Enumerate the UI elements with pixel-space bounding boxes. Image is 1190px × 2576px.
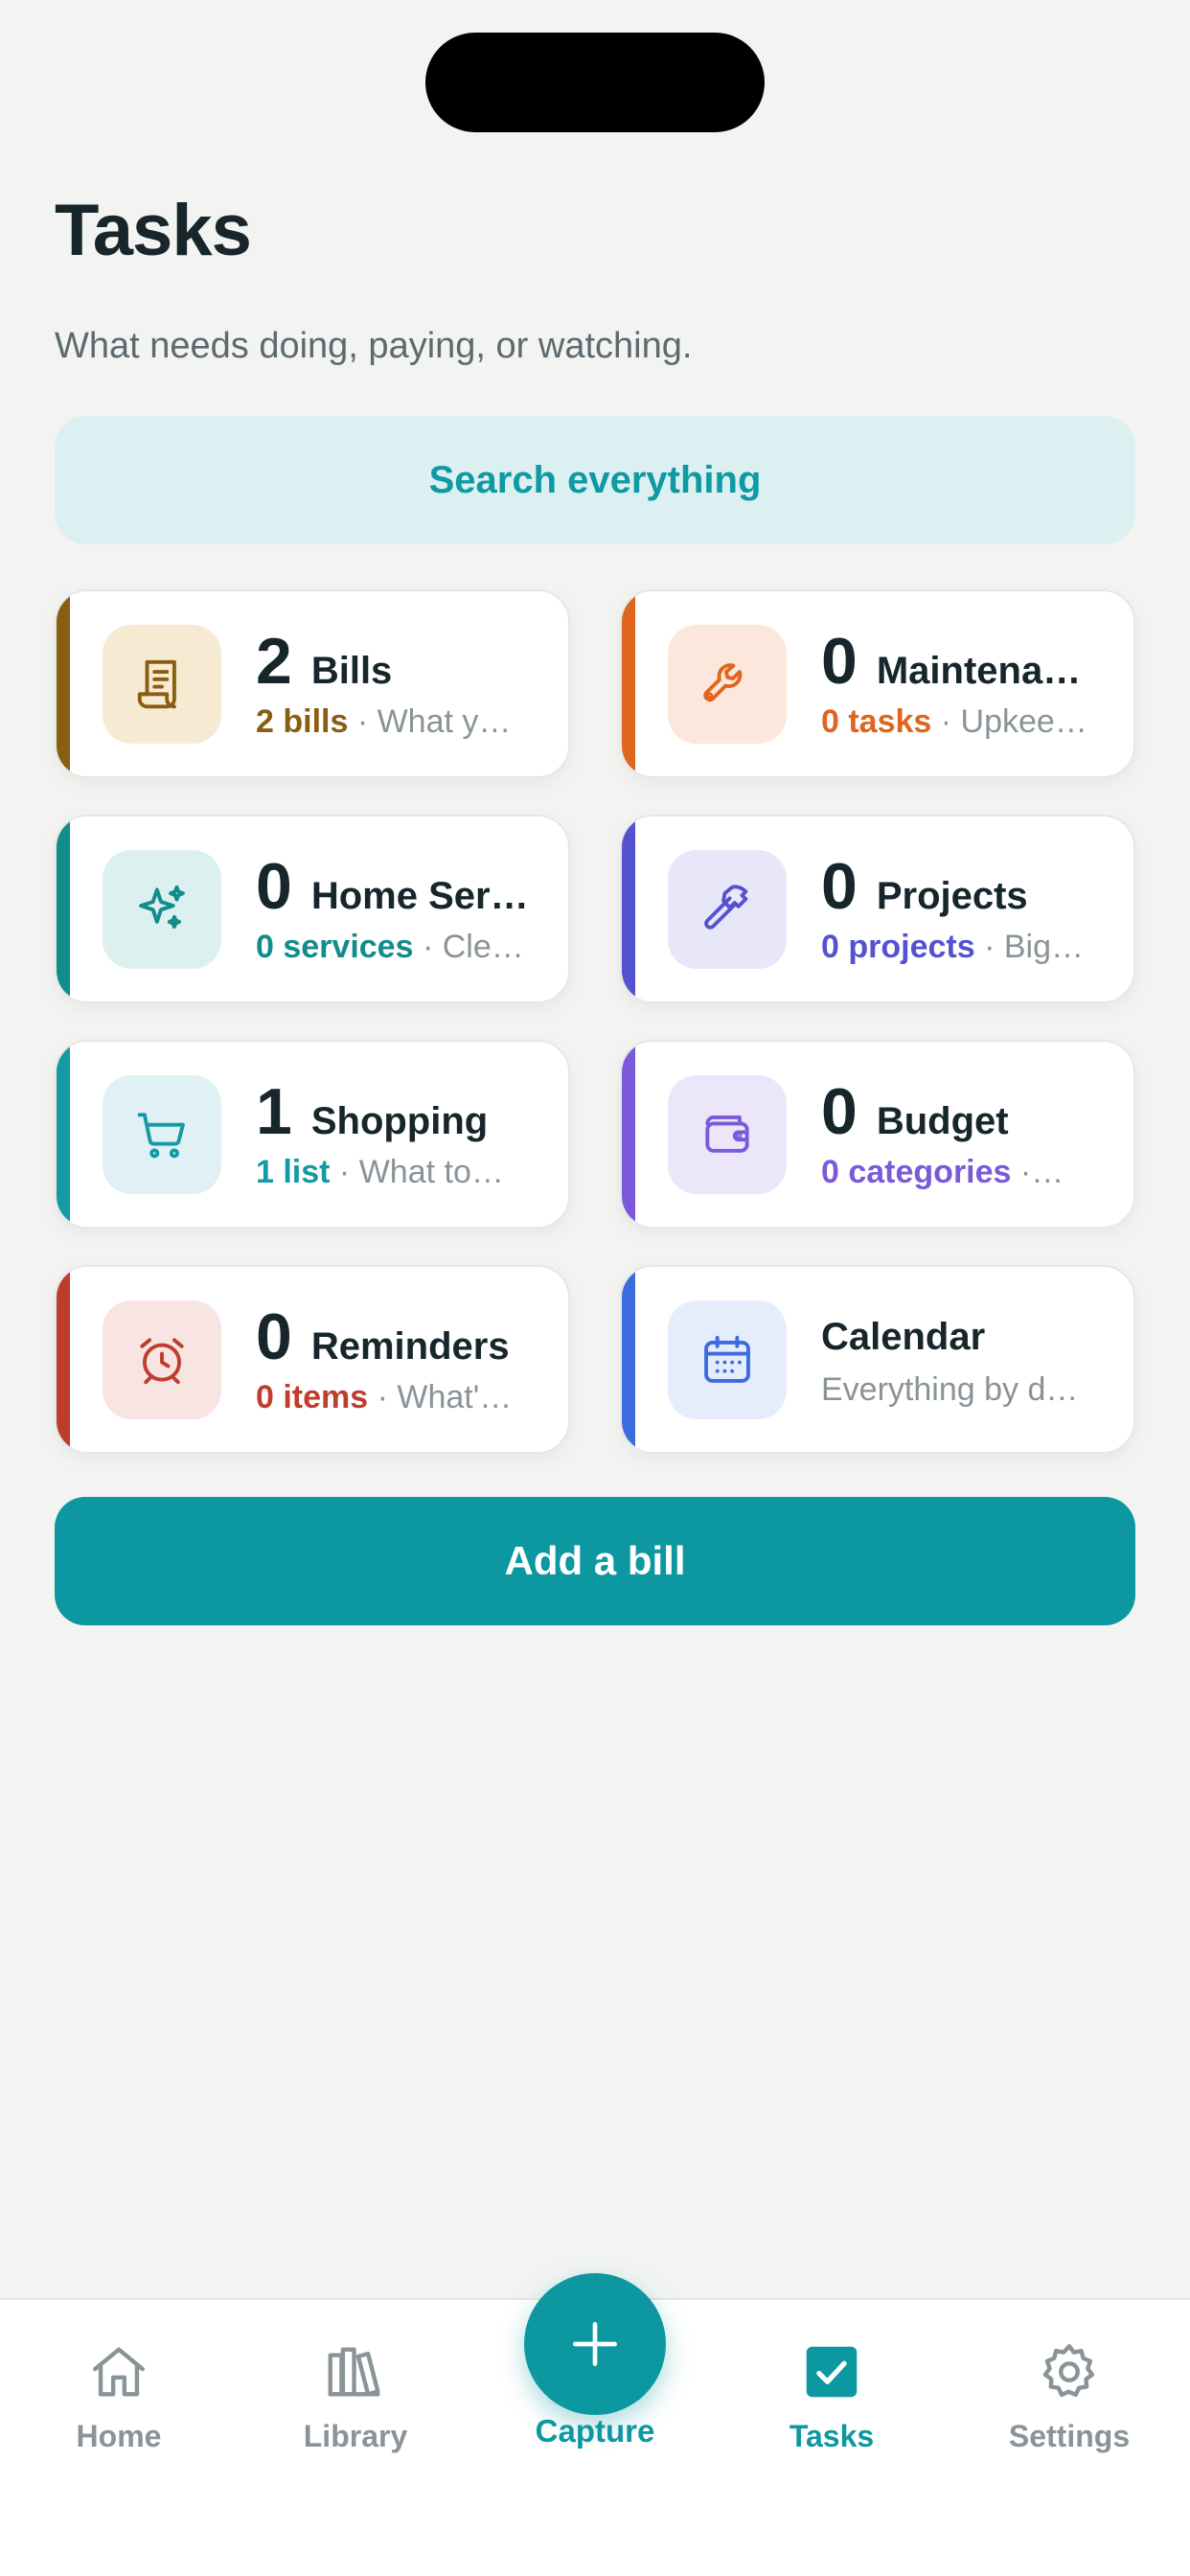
card-bills[interactable]: 2 Bills 2 bills · What y… [55,589,570,778]
card-label: Projects [876,875,1028,917]
gear-icon [1042,2343,1095,2398]
card-stat: 0 services [256,929,414,965]
tab-label: Home [76,2419,162,2453]
sparkles-icon [103,849,221,969]
calendar-icon [668,1300,787,1419]
card-label: Reminders [310,1325,510,1368]
tab-label: Library [303,2419,408,2453]
home-icon [93,2347,145,2397]
add-bill-button[interactable]: Add a bill [55,1497,1135,1625]
card-maintenance[interactable]: 0 Maintena… 0 tasks · Upkee… [620,589,1135,778]
card-description: Everything by d… [821,1371,1079,1408]
capture-label[interactable]: Capture [499,2413,691,2450]
library-icon [328,2347,380,2397]
card-count: 1 [256,1075,292,1148]
card-accent [622,1042,635,1227]
card-description: · Big… [974,929,1084,965]
card-stat: 0 projects [821,929,975,965]
card-count: 0 [821,1075,858,1148]
card-accent [57,816,70,1001]
page-title: Tasks [55,190,252,271]
card-description: · What y… [348,703,512,740]
plus-icon [573,2322,617,2366]
card-stat: 2 bills [256,703,349,740]
wrench-icon [668,624,787,744]
card-description: · Upkee… [931,703,1087,740]
card-description: · What'… [368,1379,513,1415]
card-stat: 0 items [256,1379,369,1415]
capture-button[interactable] [524,2273,666,2415]
card-stat: 0 categories [821,1154,1012,1190]
card-count: 0 [256,850,292,923]
search-button[interactable]: Search everything [55,416,1135,544]
card-calendar[interactable]: Calendar Everything by d… [620,1265,1135,1454]
cart-icon [103,1074,221,1194]
card-description: · Cle… [413,929,524,965]
card-label: Bills [310,650,393,692]
hammer-icon [668,849,787,969]
card-count: 0 [821,850,858,923]
card-accent [57,591,70,776]
card-accent [622,816,635,1001]
card-label: Maintena… [876,650,1082,692]
card-description: ·… [1011,1154,1064,1190]
card-label: Budget [876,1100,1009,1142]
card-label: Calendar [821,1316,986,1358]
card-label: Shopping [310,1100,489,1142]
alarm-clock-icon [103,1300,221,1419]
tab-settings[interactable]: Settings [973,2338,1165,2454]
card-accent [622,1267,635,1452]
card-budget[interactable]: 0 Budget 0 categories ·… [620,1040,1135,1229]
card-accent [622,591,635,776]
card-home-services[interactable]: 0 Home Ser… 0 services · Cle… [55,815,570,1003]
tab-label: Settings [1008,2419,1131,2453]
category-grid: 2 Bills 2 bills · What y… 0 Maintena… 0 … [55,589,1135,1454]
checkbox-icon [806,2346,858,2398]
tab-home[interactable]: Home [23,2338,215,2454]
card-count: 0 [821,625,858,698]
tab-label: Tasks [789,2419,875,2453]
card-count: 0 [256,1300,292,1373]
card-description: · What to… [330,1154,504,1190]
card-shopping[interactable]: 1 Shopping 1 list · What to… [55,1040,570,1229]
receipt-icon [103,624,221,744]
wallet-icon [668,1074,787,1194]
card-reminders[interactable]: 0 Reminders 0 items · What'… [55,1265,570,1454]
dynamic-island [425,33,765,132]
card-accent [57,1267,70,1452]
card-projects[interactable]: 0 Projects 0 projects · Big… [620,815,1135,1003]
card-label: Home Ser… [310,875,529,917]
card-count: 2 [256,625,292,698]
card-stat: 0 tasks [821,703,932,740]
card-accent [57,1042,70,1227]
tab-tasks[interactable]: Tasks [736,2338,927,2454]
tab-library[interactable]: Library [260,2338,451,2454]
page-subtitle: What needs doing, paying, or watching. [55,326,693,366]
card-stat: 1 list [256,1154,331,1190]
